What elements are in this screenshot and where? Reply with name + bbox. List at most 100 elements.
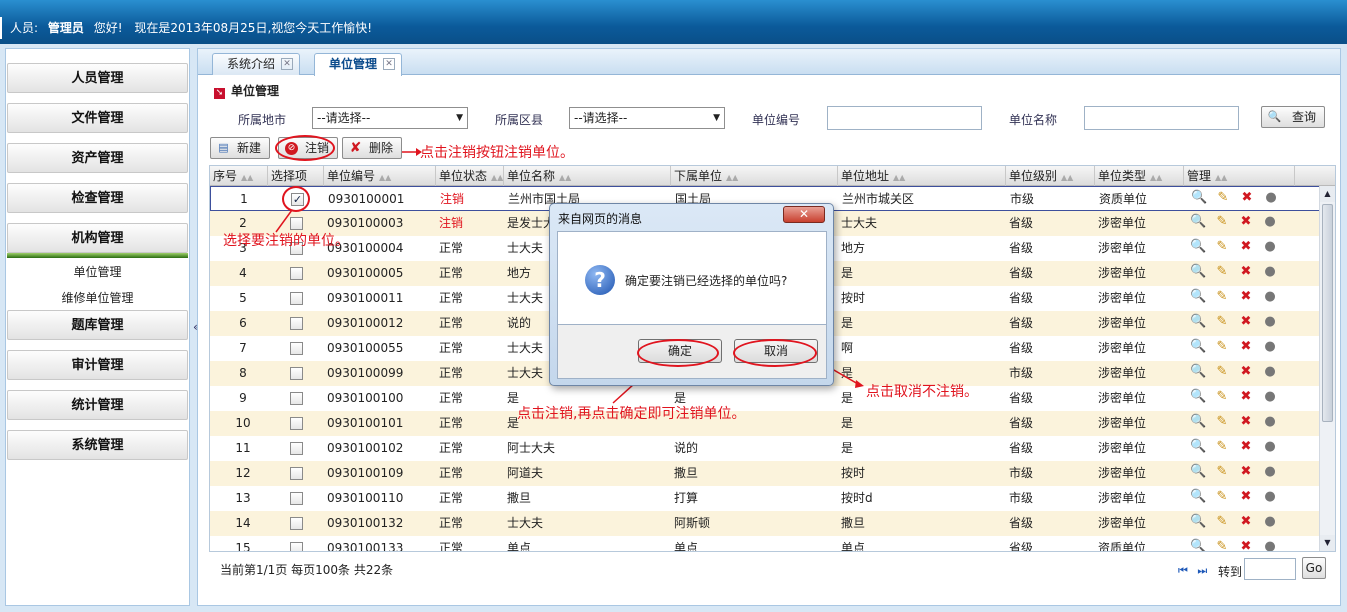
district-select[interactable]: --请选择-- ▼ bbox=[569, 107, 725, 129]
edit-icon[interactable]: ✎ bbox=[1214, 514, 1230, 530]
view-icon[interactable]: 🔍 bbox=[1190, 539, 1206, 551]
col-header-sub[interactable]: 下属单位 ▲▲ bbox=[671, 166, 838, 186]
disk-icon[interactable]: ● bbox=[1262, 289, 1278, 305]
table-row[interactable]: 15 0930100133 正常 单点 单点 单点 省级 资质单位 🔍 ✎ ✖ ● bbox=[210, 536, 1320, 551]
disk-icon[interactable]: ● bbox=[1262, 264, 1278, 280]
vertical-scrollbar[interactable]: ▲ ▼ bbox=[1319, 186, 1335, 551]
close-icon[interactable]: ✕ bbox=[281, 58, 294, 70]
delete-icon[interactable]: ✖ bbox=[1238, 439, 1254, 455]
row-checkbox[interactable] bbox=[290, 492, 303, 505]
delete-icon[interactable]: ✖ bbox=[1238, 214, 1254, 230]
delete-icon[interactable]: ✖ bbox=[1238, 339, 1254, 355]
sidebar-subitem-repair-units[interactable]: 维修单位管理 bbox=[6, 289, 189, 306]
go-button[interactable]: Go bbox=[1302, 557, 1326, 579]
scroll-down-icon[interactable]: ▼ bbox=[1320, 535, 1335, 551]
view-icon[interactable]: 🔍 bbox=[1190, 464, 1206, 480]
delete-icon[interactable]: ✖ bbox=[1238, 539, 1254, 551]
view-icon[interactable]: 🔍 bbox=[1190, 489, 1206, 505]
sidebar-item-question-bank[interactable]: 题库管理 bbox=[7, 310, 188, 340]
delete-icon[interactable]: ✖ bbox=[1238, 489, 1254, 505]
tab-system-intro[interactable]: 系统介绍 ✕ bbox=[212, 53, 301, 75]
disk-icon[interactable]: ● bbox=[1262, 414, 1278, 430]
new-button[interactable]: ▤ 新建 bbox=[210, 137, 271, 159]
table-row[interactable]: 13 0930100110 正常 撒旦 打算 按时d 市级 涉密单位 🔍 ✎ ✖ ● bbox=[210, 486, 1320, 511]
edit-icon[interactable]: ✎ bbox=[1214, 414, 1230, 430]
view-icon[interactable]: 🔍 bbox=[1190, 514, 1206, 530]
edit-icon[interactable]: ✎ bbox=[1214, 489, 1230, 505]
disk-icon[interactable]: ● bbox=[1262, 439, 1278, 455]
view-icon[interactable]: 🔍 bbox=[1190, 214, 1206, 230]
disk-icon[interactable]: ● bbox=[1262, 239, 1278, 255]
view-icon[interactable]: 🔍 bbox=[1191, 190, 1207, 206]
row-checkbox[interactable] bbox=[290, 442, 303, 455]
edit-icon[interactable]: ✎ bbox=[1214, 364, 1230, 380]
col-header-code[interactable]: 单位编号 ▲▲ bbox=[324, 166, 436, 186]
delete-icon[interactable]: ✖ bbox=[1238, 364, 1254, 380]
row-checkbox[interactable] bbox=[290, 417, 303, 430]
row-checkbox[interactable] bbox=[290, 367, 303, 380]
row-checkbox[interactable] bbox=[290, 292, 303, 305]
view-icon[interactable]: 🔍 bbox=[1190, 314, 1206, 330]
delete-icon[interactable]: ✖ bbox=[1238, 239, 1254, 255]
city-select[interactable]: --请选择-- ▼ bbox=[312, 107, 468, 129]
row-checkbox[interactable] bbox=[290, 342, 303, 355]
row-checkbox[interactable] bbox=[290, 467, 303, 480]
close-icon[interactable]: ✕ bbox=[383, 58, 396, 70]
table-row[interactable]: 14 0930100132 正常 士大夫 阿斯顿 撒旦 省级 涉密单位 🔍 ✎ ✖ ● bbox=[210, 511, 1320, 536]
table-row[interactable]: 10 0930100101 正常是是省级 涉密单位 🔍 ✎ ✖ ● bbox=[210, 411, 1320, 436]
edit-icon[interactable]: ✎ bbox=[1214, 464, 1230, 480]
sidebar-item-statistics[interactable]: 统计管理 bbox=[7, 390, 188, 420]
col-header-select[interactable]: 选择项 bbox=[268, 166, 324, 186]
delete-icon[interactable]: ✖ bbox=[1238, 314, 1254, 330]
sidebar-item-files[interactable]: 文件管理 bbox=[7, 103, 188, 133]
view-icon[interactable]: 🔍 bbox=[1190, 289, 1206, 305]
delete-icon[interactable]: ✖ bbox=[1238, 514, 1254, 530]
edit-icon[interactable]: ✎ bbox=[1214, 314, 1230, 330]
disk-icon[interactable]: ● bbox=[1262, 339, 1278, 355]
disk-icon[interactable]: ● bbox=[1263, 190, 1279, 206]
scroll-up-icon[interactable]: ▲ bbox=[1320, 186, 1335, 202]
sidebar-item-inspection[interactable]: 检查管理 bbox=[7, 183, 188, 213]
table-row[interactable]: 12 0930100109 正常 阿道夫 撒旦 按时 市级 涉密单位 🔍 ✎ ✖ ● bbox=[210, 461, 1320, 486]
delete-icon[interactable]: ✖ bbox=[1239, 190, 1255, 206]
disk-icon[interactable]: ● bbox=[1262, 314, 1278, 330]
edit-icon[interactable]: ✎ bbox=[1214, 239, 1230, 255]
row-checkbox[interactable] bbox=[290, 267, 303, 280]
col-header-type[interactable]: 单位类型 ▲▲ bbox=[1095, 166, 1184, 186]
delete-icon[interactable]: ✖ bbox=[1238, 289, 1254, 305]
sidebar-subitem-unit-management[interactable]: 单位管理 bbox=[6, 263, 189, 280]
edit-icon[interactable]: ✎ bbox=[1214, 439, 1230, 455]
goto-page-input[interactable] bbox=[1244, 558, 1296, 580]
view-icon[interactable]: 🔍 bbox=[1190, 414, 1206, 430]
delete-icon[interactable]: ✖ bbox=[1238, 389, 1254, 405]
disk-icon[interactable]: ● bbox=[1262, 489, 1278, 505]
edit-icon[interactable]: ✎ bbox=[1214, 289, 1230, 305]
disk-icon[interactable]: ● bbox=[1262, 214, 1278, 230]
row-checkbox[interactable] bbox=[290, 517, 303, 530]
view-icon[interactable]: 🔍 bbox=[1190, 339, 1206, 355]
disk-icon[interactable]: ● bbox=[1262, 514, 1278, 530]
sidebar-item-system[interactable]: 系统管理 bbox=[7, 430, 188, 460]
disk-icon[interactable]: ● bbox=[1262, 464, 1278, 480]
unit-name-input[interactable] bbox=[1084, 106, 1239, 130]
edit-icon[interactable]: ✎ bbox=[1215, 190, 1231, 206]
edit-icon[interactable]: ✎ bbox=[1214, 539, 1230, 551]
dialog-close-button[interactable]: ✕ bbox=[783, 206, 825, 223]
view-icon[interactable]: 🔍 bbox=[1190, 439, 1206, 455]
view-icon[interactable]: 🔍 bbox=[1190, 364, 1206, 380]
edit-icon[interactable]: ✎ bbox=[1214, 264, 1230, 280]
delete-icon[interactable]: ✖ bbox=[1238, 264, 1254, 280]
col-header-name[interactable]: 单位名称 ▲▲ bbox=[504, 166, 671, 186]
row-checkbox[interactable] bbox=[290, 542, 303, 551]
first-page-icon[interactable]: ⏮ bbox=[1178, 564, 1188, 577]
sidebar-item-personnel[interactable]: 人员管理 bbox=[7, 63, 188, 93]
last-page-icon[interactable]: ⏭ bbox=[1197, 564, 1207, 577]
scroll-thumb[interactable] bbox=[1322, 204, 1333, 422]
view-icon[interactable]: 🔍 bbox=[1190, 239, 1206, 255]
col-header-address[interactable]: 单位地址 ▲▲ bbox=[838, 166, 1006, 186]
sidebar-item-assets[interactable]: 资产管理 bbox=[7, 143, 188, 173]
delete-icon[interactable]: ✖ bbox=[1238, 414, 1254, 430]
col-header-no[interactable]: 序号 ▲▲ bbox=[210, 166, 268, 186]
view-icon[interactable]: 🔍 bbox=[1190, 389, 1206, 405]
delete-icon[interactable]: ✖ bbox=[1238, 464, 1254, 480]
